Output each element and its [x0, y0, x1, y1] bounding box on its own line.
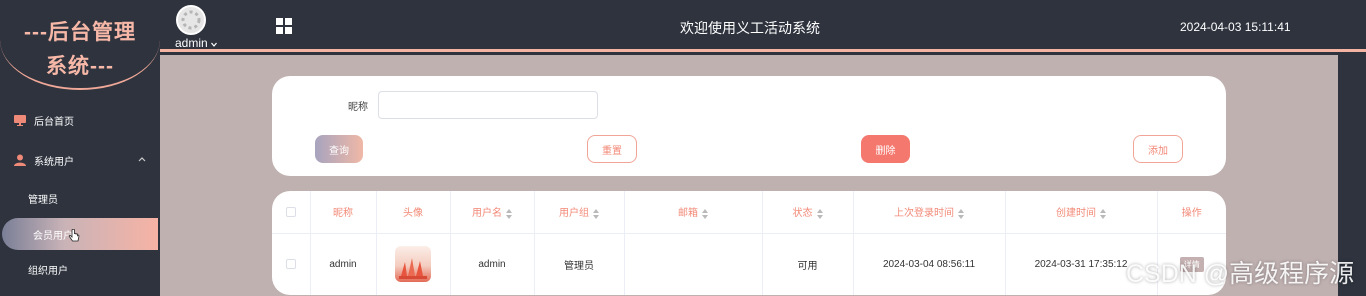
sidebar-item-admin[interactable]: 管理员	[0, 183, 160, 213]
column-header-label: 用户名	[472, 208, 502, 220]
sort-icon[interactable]	[958, 208, 964, 219]
logo-line-2: 系统---	[46, 55, 114, 78]
select-all-checkbox[interactable]	[285, 206, 296, 217]
table-header-row: 昵称 头像 用户名 用户组 邮箱 状态 上次登录时间 创建时间 操作	[272, 191, 1226, 234]
top-header: admin 欢迎使用义工活动系统 2024-04-03 15:11:41	[160, 0, 1366, 52]
users-table: 昵称 头像 用户名 用户组 邮箱 状态 上次登录时间 创建时间 操作 admin…	[272, 191, 1226, 295]
sort-icon[interactable]	[593, 208, 599, 219]
column-header-label: 用户组	[559, 208, 589, 220]
sidebar-item-label: 组织用户	[28, 265, 68, 277]
column-header-label: 状态	[792, 208, 813, 220]
column-header-sortable[interactable]: 用户名	[450, 191, 535, 234]
user-icon	[14, 154, 26, 166]
sidebar-item-label: 后台首页	[34, 116, 74, 128]
column-header-sortable[interactable]: 上次登录时间	[853, 191, 1006, 234]
nickname-label: 昵称	[348, 102, 368, 113]
app-root: ---后台管理 系统--- 后台首页 系统用户 管理员 会员用户 组织用户 ad…	[0, 0, 1366, 296]
column-header-sortable[interactable]: 状态	[762, 191, 854, 234]
cell-status: 可用	[762, 233, 854, 295]
cell-nickname: admin	[310, 233, 377, 295]
sidebar-item-member-users[interactable]: 会员用户	[2, 218, 158, 250]
column-header: 操作	[1157, 191, 1226, 234]
cell-group: 管理员	[534, 233, 625, 295]
cell-last-login: 2024-03-04 08:56:11	[853, 233, 1006, 295]
system-title: 欢迎使用义工活动系统	[680, 20, 820, 36]
column-header-label: 创建时间	[1056, 208, 1096, 220]
sidebar-item-system-users[interactable]: 系统用户	[0, 145, 160, 175]
cell-avatar	[376, 233, 451, 295]
cell-email	[624, 233, 763, 295]
header-datetime: 2024-04-03 15:11:41	[1180, 20, 1291, 34]
sort-icon[interactable]	[816, 208, 823, 219]
row-select-cell	[272, 233, 311, 295]
chevron-up-icon	[138, 154, 146, 165]
add-button[interactable]: 添加	[1133, 135, 1183, 163]
column-header-sortable[interactable]: 创建时间	[1005, 191, 1158, 234]
sort-icon[interactable]	[1100, 208, 1106, 219]
reset-button[interactable]: 重置	[587, 135, 637, 163]
delete-button[interactable]: 删除	[861, 135, 910, 163]
sidebar-item-home[interactable]: 后台首页	[0, 105, 160, 135]
table-row[interactable]: admin admin 管理员 可用 2024-03-04 08:56:11 2…	[272, 233, 1226, 295]
sort-icon[interactable]	[506, 208, 512, 219]
cell-username: admin	[450, 233, 535, 295]
query-button[interactable]: 查询	[315, 135, 363, 163]
user-menu-dropdown[interactable]: admin	[175, 36, 217, 50]
chevron-down-icon	[211, 36, 217, 50]
nickname-input[interactable]	[378, 91, 598, 119]
column-header-sortable[interactable]: 用户组	[534, 191, 625, 234]
logo-line-1: ---后台管理	[24, 21, 136, 44]
search-panel: 昵称 查询 重置 删除 添加	[272, 76, 1226, 176]
user-avatar-image	[395, 246, 431, 283]
hand-cursor-icon	[68, 228, 80, 246]
sidebar-item-org-users[interactable]: 组织用户	[0, 254, 160, 284]
watermark: CSDN @高级程序源	[1126, 260, 1355, 288]
column-header: 昵称	[310, 191, 377, 234]
column-header-label: 邮箱	[678, 208, 698, 220]
sort-icon[interactable]	[702, 208, 708, 219]
row-checkbox[interactable]	[285, 259, 296, 270]
logo: ---后台管理 系统---	[0, 0, 160, 92]
sidebar-item-label: 系统用户	[34, 156, 74, 168]
sidebar-item-label: 管理员	[28, 194, 58, 206]
sidebar: ---后台管理 系统--- 后台首页 系统用户 管理员 会员用户 组织用户	[0, 0, 160, 296]
select-all-cell	[272, 191, 311, 234]
column-header: 头像	[376, 191, 451, 234]
sidebar-item-label: 会员用户	[33, 230, 73, 242]
username-label: admin	[175, 36, 208, 50]
column-header-label: 上次登录时间	[894, 208, 954, 220]
column-header-sortable[interactable]: 邮箱	[624, 191, 763, 234]
users-table-panel: 昵称 头像 用户名 用户组 邮箱 状态 上次登录时间 创建时间 操作 admin…	[272, 191, 1226, 295]
monitor-icon	[14, 114, 26, 126]
